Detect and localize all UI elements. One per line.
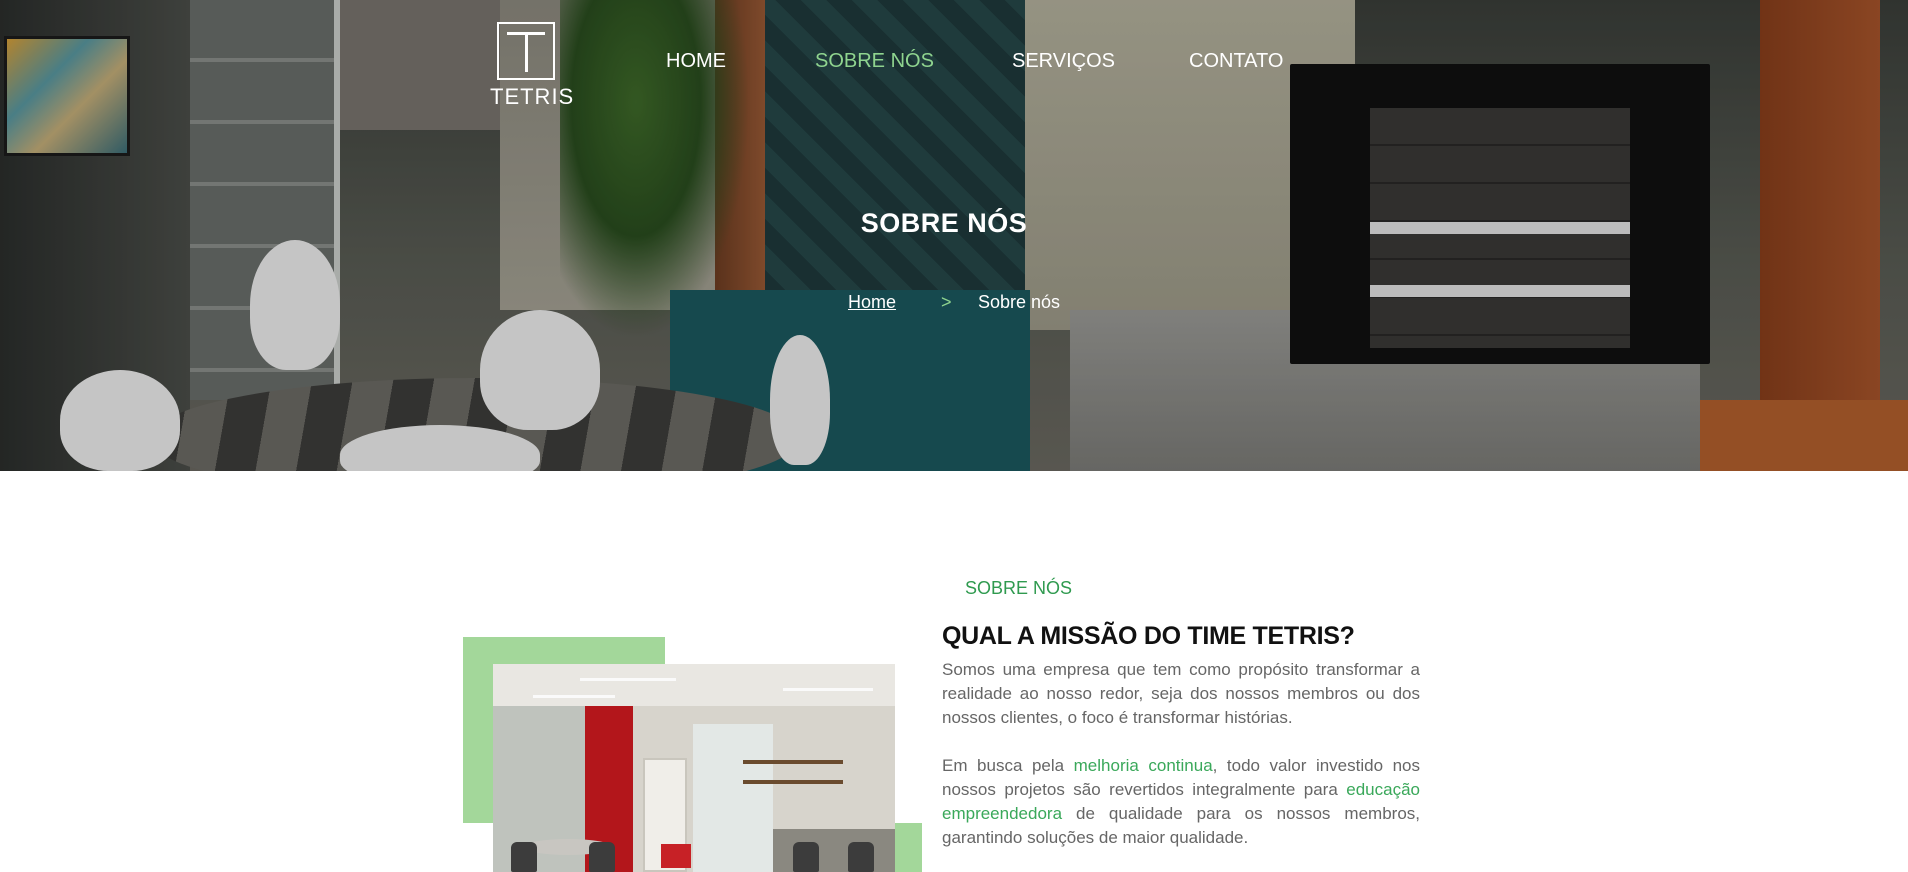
- about-paragraph-2: Em busca pela melhoria continua, todo va…: [942, 754, 1420, 850]
- tetris-logo-icon: [497, 22, 555, 80]
- highlight-melhoria-continua: melhoria continua: [1073, 756, 1213, 775]
- logo[interactable]: TETRIS: [490, 22, 575, 118]
- breadcrumb-separator: >: [941, 292, 952, 312]
- about-paragraph-1: Somos uma empresa que tem como propósito…: [942, 660, 1420, 727]
- nav-sobre-nos[interactable]: SOBRE NÓS: [815, 50, 934, 73]
- office-photo: [493, 664, 895, 872]
- breadcrumb-home-link[interactable]: Home: [848, 292, 896, 313]
- hero-banner: TETRIS HOME SOBRE NÓS SERVIÇOS CONTATO S…: [0, 0, 1908, 471]
- section-title: QUAL A MISSÃO DO TIME TETRIS?: [942, 622, 1355, 650]
- paragraph-text: Em busca pela: [942, 756, 1074, 775]
- nav-servicos[interactable]: SERVIÇOS: [1012, 50, 1115, 73]
- nav-contato[interactable]: CONTATO: [1189, 50, 1283, 73]
- nav-home[interactable]: HOME: [666, 50, 726, 73]
- logo-text: TETRIS: [490, 84, 575, 109]
- section-label: SOBRE NÓS: [965, 578, 1073, 598]
- page-title: SOBRE NÓS: [860, 208, 1028, 238]
- breadcrumb-current: Sobre nós: [978, 292, 1061, 312]
